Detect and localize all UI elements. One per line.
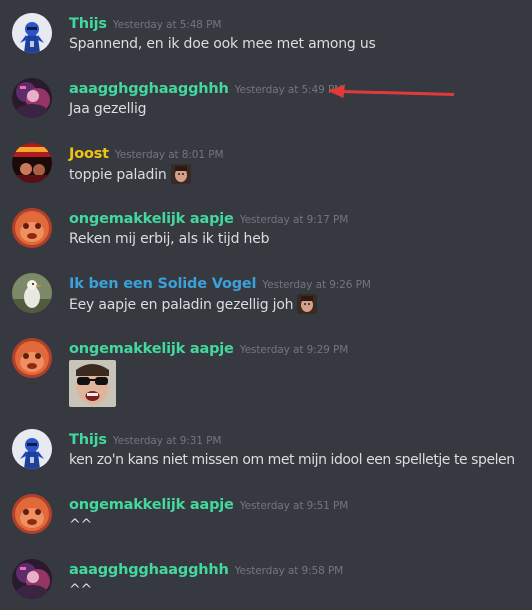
timestamp: Yesterday at 9:26 PM (262, 279, 371, 291)
timestamp: Yesterday at 9:58 PM (234, 565, 344, 577)
message-text: toppie paladin (69, 167, 167, 183)
message: Thijs Yesterday at 5:48 PM Spannend, en i… (0, 13, 532, 57)
orange-face-avatar-icon[interactable] (12, 208, 52, 248)
username[interactable]: aaagghgghaagghhh (69, 81, 229, 97)
blue-robot-avatar-icon[interactable] (12, 13, 52, 53)
message-text: Eey aapje en paladin gezellig joh (69, 297, 294, 313)
username[interactable]: Thijs (69, 432, 107, 448)
message-text: ^^ (69, 517, 93, 533)
timestamp: Yesterday at 5:48 PM (112, 19, 222, 31)
message: aaagghgghaagghhh Yesterday at 9:58 PM ^^ (0, 559, 532, 603)
timestamp: Yesterday at 8:01 PM (114, 149, 224, 161)
message-header: Joost Yesterday at 8:01 PM (69, 143, 224, 163)
message-header: ongemakkelijk aapje Yesterday at 9:29 PM (69, 338, 348, 358)
orange-face-avatar-icon[interactable] (12, 494, 52, 534)
username[interactable]: ongemakkelijk aapje (69, 497, 234, 513)
username[interactable]: ongemakkelijk aapje (69, 341, 234, 357)
sunglasses-face-image[interactable] (69, 360, 116, 407)
message-header: Thijs Yesterday at 5:48 PM (69, 13, 221, 33)
username[interactable]: ongemakkelijk aapje (69, 211, 234, 227)
message: Joost Yesterday at 8:01 PM toppie paladin (0, 143, 532, 187)
person-face-emoji-icon[interactable] (171, 164, 191, 184)
username[interactable]: Joost (69, 146, 109, 162)
message: ongemakkelijk aapje Yesterday at 9:29 PM (0, 338, 532, 410)
message-content: toppie paladin (69, 164, 191, 185)
message-text: Spannend, en ik doe ook mee met among us (69, 36, 376, 52)
message-header: ongemakkelijk aapje Yesterday at 9:17 PM (69, 208, 348, 228)
timestamp: Yesterday at 9:29 PM (239, 344, 349, 356)
person-face-emoji-icon[interactable] (297, 294, 317, 314)
arrowhead (328, 84, 345, 98)
message-header: aaagghgghaagghhh Yesterday at 9:58 PM (69, 559, 343, 579)
bird-avatar-icon[interactable] (12, 273, 52, 313)
message: Ik ben een Solide Vogel Yesterday at 9:26… (0, 273, 532, 317)
message-text: Jaa gezellig (69, 101, 147, 117)
timestamp: Yesterday at 9:31 PM (112, 435, 222, 447)
timestamp: Yesterday at 9:51 PM (239, 500, 349, 512)
username[interactable]: aaagghgghaagghhh (69, 562, 229, 578)
blue-robot-avatar-icon[interactable] (12, 429, 52, 469)
message: ongemakkelijk aapje Yesterday at 9:17 PM … (0, 208, 532, 252)
red-poster-avatar-icon[interactable] (12, 143, 52, 183)
message-text: ^^ (69, 582, 93, 598)
message-content: Eey aapje en paladin gezellig joh (69, 294, 317, 315)
message-header: ongemakkelijk aapje Yesterday at 9:51 PM (69, 494, 348, 514)
message-header: Thijs Yesterday at 9:31 PM (69, 429, 221, 449)
username[interactable]: Ik ben een Solide Vogel (69, 276, 256, 292)
timestamp: Yesterday at 9:17 PM (239, 214, 349, 226)
message-header: aaagghgghaagghhh Yesterday at 5:49 PM (69, 78, 343, 98)
arrow-shaft (340, 90, 455, 96)
purple-character-avatar-icon[interactable] (12, 559, 52, 599)
message-header: Ik ben een Solide Vogel Yesterday at 9:26… (69, 273, 371, 293)
orange-face-avatar-icon[interactable] (12, 338, 52, 378)
message: ongemakkelijk aapje Yesterday at 9:51 PM … (0, 494, 532, 538)
message-text: Reken mij erbij, als ik tijd heb (69, 231, 270, 247)
username[interactable]: Thijs (69, 16, 107, 32)
message: Thijs Yesterday at 9:31 PM ken zo'n kans … (0, 429, 532, 473)
message-text: ken zo'n kans niet missen om met mijn id… (69, 452, 515, 468)
red-arrow-annotation-icon (328, 84, 455, 98)
purple-character-avatar-icon[interactable] (12, 78, 52, 118)
